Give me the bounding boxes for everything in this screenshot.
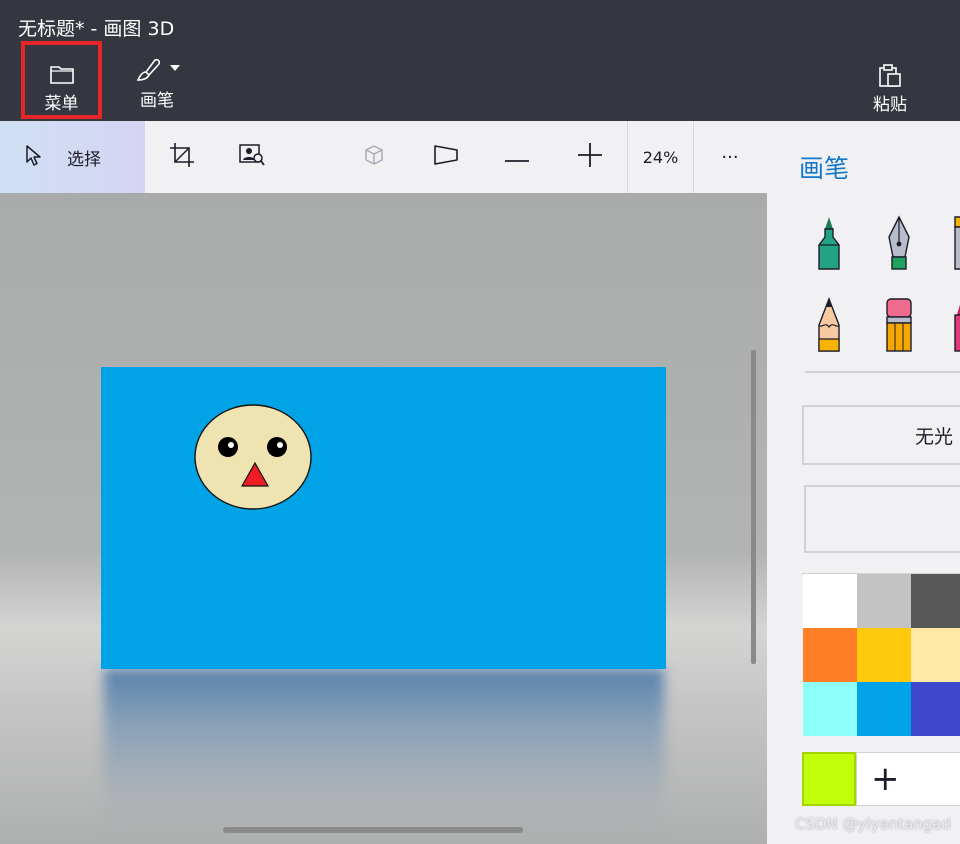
more-options-button[interactable]: ··· (708, 121, 752, 193)
menu-label: 菜单 (44, 94, 79, 114)
vertical-scrollbar[interactable] (751, 350, 756, 664)
color-swatch-light-gray[interactable] (857, 574, 911, 628)
color-swatch-indigo[interactable] (911, 682, 960, 736)
brushes-panel: 画笔 无光 + (767, 121, 960, 844)
marker-icon[interactable] (807, 213, 851, 273)
panel-title: 画笔 (799, 154, 850, 183)
finish-dropdown[interactable]: 无光 (802, 405, 960, 465)
perspective-icon (433, 144, 459, 170)
add-color-label: + (871, 759, 900, 799)
window-title: 无标题* - 画图 3D (18, 18, 175, 40)
color-swatch-aqua[interactable] (803, 682, 857, 736)
magic-select-button[interactable] (230, 121, 274, 193)
color-swatch-dark-gray[interactable] (911, 574, 960, 628)
3d-shapes-icon (362, 144, 386, 170)
paste-label: 粘贴 (873, 95, 907, 115)
zoom-in-button[interactable] (568, 121, 612, 193)
select-label: 选择 (67, 149, 101, 170)
3d-library-button[interactable] (352, 121, 396, 193)
brush-icon (131, 56, 183, 86)
color-swatch-blue[interactable] (857, 682, 911, 736)
color-swatch-cream[interactable] (911, 628, 960, 682)
color-palette (802, 573, 960, 736)
cursor-icon (25, 144, 43, 170)
pencil-icon[interactable] (807, 295, 851, 355)
add-color-button[interactable]: + (856, 752, 960, 806)
calligraphy-pen-icon[interactable] (877, 213, 921, 273)
eraser-icon[interactable] (877, 295, 921, 355)
drawing-canvas[interactable] (101, 367, 666, 669)
color-swatch-orange[interactable] (803, 628, 857, 682)
menu-button[interactable]: 菜单 (21, 41, 102, 119)
paste-button[interactable]: 粘贴 (862, 60, 918, 115)
brushes-button[interactable]: 画笔 (125, 56, 189, 111)
color-swatch-white[interactable] (803, 574, 857, 628)
title-ribbon-bar: 无标题* - 画图 3D 菜单 画笔 粘贴 (0, 0, 960, 121)
finish-label: 无光 (915, 425, 954, 448)
workspace (0, 193, 767, 844)
thickness-control[interactable] (804, 485, 960, 553)
zoom-level[interactable]: 24% (627, 121, 694, 193)
face-drawing (194, 404, 312, 510)
watermark: CSDN @yiyantangad (795, 815, 951, 833)
current-color-swatch[interactable] (802, 752, 856, 806)
toolbar: 选择 24% ··· (0, 121, 767, 193)
plus-icon (578, 143, 602, 171)
folder-icon (49, 59, 75, 89)
panel-divider (805, 371, 960, 373)
crop-button[interactable] (160, 121, 204, 193)
perspective-button[interactable] (424, 121, 468, 193)
canvas-reflection (104, 669, 664, 839)
crayon-icon[interactable] (947, 295, 960, 355)
paste-icon (878, 60, 902, 90)
select-button[interactable]: 选择 (0, 121, 145, 193)
crop-icon (169, 142, 195, 172)
zoom-out-button[interactable] (495, 121, 539, 193)
minus-icon (505, 148, 529, 167)
magic-select-icon (239, 143, 265, 171)
brushes-label: 画笔 (140, 91, 174, 111)
color-swatch-gold[interactable] (857, 628, 911, 682)
oil-brush-icon[interactable] (947, 213, 960, 273)
horizontal-scrollbar[interactable] (223, 827, 523, 833)
